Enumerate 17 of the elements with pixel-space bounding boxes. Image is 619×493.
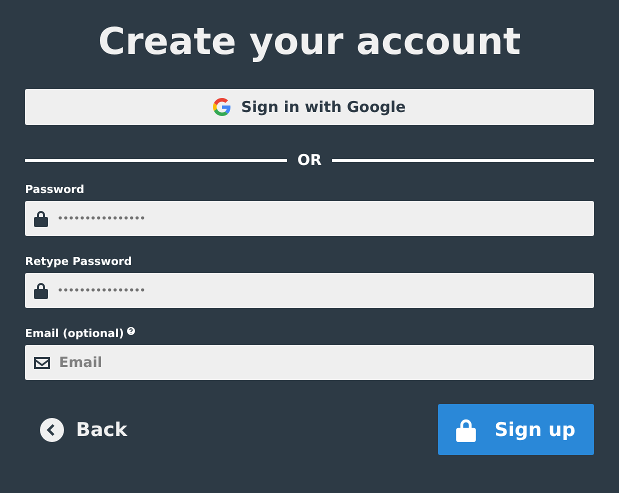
back-button[interactable]: Back <box>25 418 128 442</box>
password-field[interactable]: •••••••••••••••• <box>25 201 594 236</box>
divider-label: OR <box>297 151 322 169</box>
envelope-icon <box>34 356 50 368</box>
google-icon <box>213 98 232 116</box>
lock-icon <box>34 282 48 299</box>
lock-icon <box>34 210 48 227</box>
lock-icon <box>456 418 476 442</box>
field-label: Password <box>25 183 84 196</box>
google-sign-in-button[interactable]: Sign in with Google <box>25 89 594 125</box>
page-title: Create your account <box>97 19 522 65</box>
field-label: Retype Password <box>25 255 132 268</box>
password-field[interactable]: •••••••••••••••• <box>25 273 594 308</box>
sign-up-button[interactable]: Sign up <box>438 404 594 455</box>
back-icon <box>40 418 64 442</box>
field-label: Email (optional) <box>25 327 124 340</box>
email-field[interactable]: Email <box>25 345 594 380</box>
